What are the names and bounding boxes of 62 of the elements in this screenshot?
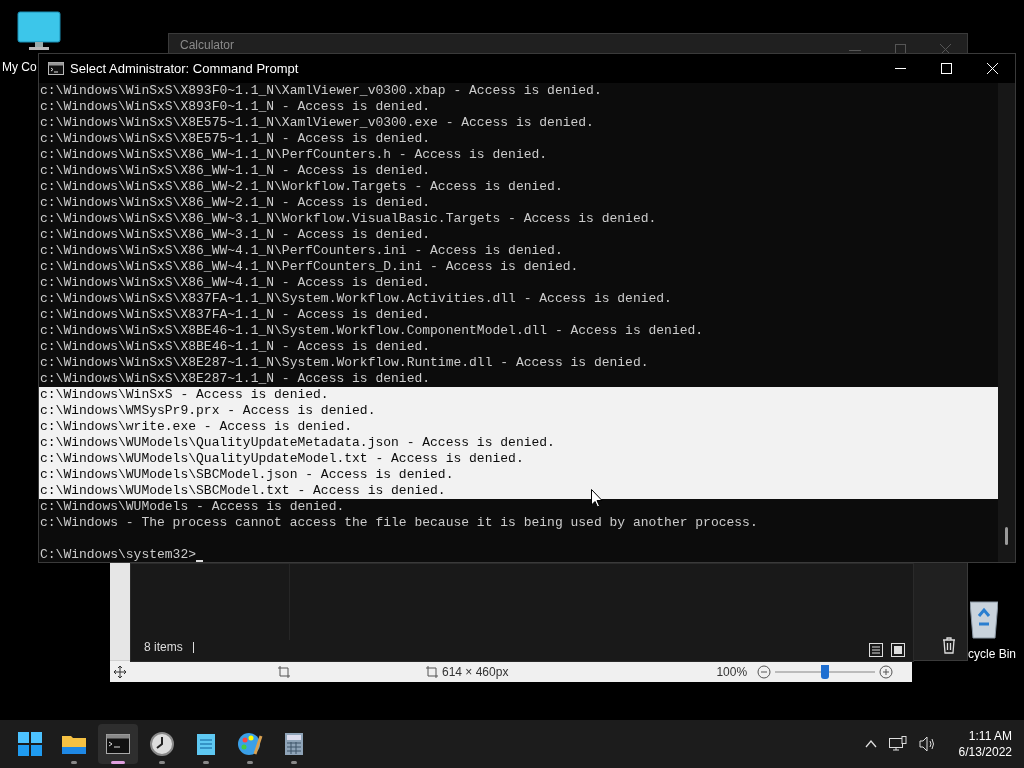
scrollbar[interactable] <box>998 83 1015 562</box>
console-line: c:\Windows\WinSxS\X8E287~1.1_N\System.Workflow.Runtime.dll - Access is denied. <box>39 355 650 371</box>
text-cursor <box>196 560 204 562</box>
window-title: Calculator <box>180 38 235 52</box>
console-line: c:\Windows\WinSxS\X86_WW~2.1_N - Access is denied. <box>39 195 432 211</box>
notepad-icon <box>196 732 216 756</box>
close-icon[interactable] <box>940 44 951 55</box>
recycle-bin-icon[interactable] <box>970 598 998 640</box>
slider-thumb[interactable] <box>821 664 830 679</box>
network-icon[interactable] <box>888 736 907 752</box>
icon-label: My Co <box>2 59 37 76</box>
clock-time[interactable]: 1:11 AM <box>968 728 1012 744</box>
console-line: c:\Windows\WUModels - Access is denied. <box>39 499 346 515</box>
folder-icon <box>61 733 87 755</box>
mouse-pointer-icon <box>591 489 603 508</box>
console-line: c:\Windows\WinSxS\X837FA~1.1_N\System.Workflow.Activities.dll - Access is denied. <box>39 291 673 307</box>
clock-date[interactable]: 6/13/2022 <box>958 744 1012 760</box>
terminal-icon <box>106 734 130 754</box>
console-line: c:\Windows\WinSxS\X8E575~1.1_N\XamlViewer_v0300.exe - Access is denied. <box>39 115 595 131</box>
console-line: c:\Windows\WinSxS\X86_WW~3.1_N - Access is denied. <box>39 227 432 243</box>
zoom-in-icon[interactable] <box>879 664 894 679</box>
console-line: c:\Windows\WinSxS\X837FA~1.1_N - Access is denied. <box>39 307 432 323</box>
maximize-icon <box>940 63 952 74</box>
item-count: 8 items <box>144 639 183 656</box>
console-line: c:\Windows\WinSxS\X86_WW~4.1_N - Access is denied. <box>39 275 432 291</box>
console-line: c:\Windows\WinSxS\X893F0~1.1_N\XamlViewer_v0300.xbap - Access is denied. <box>39 83 603 99</box>
windows-logo-icon <box>18 732 42 756</box>
command-prompt: C:\Windows\system32> <box>40 547 197 563</box>
console-line: c:\Windows\WinSxS\X86_WW~2.1_N\Workflow.Targets - Access is denied. <box>39 179 564 195</box>
image-size: 614 × 460px <box>442 663 509 681</box>
move-icon <box>114 665 126 678</box>
trash-icon[interactable] <box>942 637 956 654</box>
volume-icon[interactable] <box>918 736 937 752</box>
taskbar-button[interactable] <box>98 724 138 764</box>
zoom-out-icon[interactable] <box>757 664 772 679</box>
calculator-icon <box>284 732 304 756</box>
close-icon <box>986 63 998 74</box>
terminal-icon <box>48 62 64 75</box>
thumbnail-view-icon[interactable] <box>891 643 905 657</box>
console-line: c:\Windows\WinSxS\X86_WW~1.1_N - Access is denied. <box>39 163 432 179</box>
console-line: c:\Windows\WinSxS\X86_WW~4.1_N\PerfCounters_D.ini - Access is denied. <box>39 259 580 275</box>
monitor-icon[interactable] <box>17 11 61 51</box>
console-line: c:\Windows - The process cannot access the file because it is being used by another process. <box>39 515 759 531</box>
console-line: c:\Windows\WinSxS\X893F0~1.1_N - Access is denied. <box>39 99 432 115</box>
console-line: c:\Windows\WinSxS\X86_WW~1.1_N\PerfCounters.h - Access is denied. <box>39 147 549 163</box>
console-line: c:\Windows\WinSxS\X8E575~1.1_N - Access is denied. <box>39 131 432 147</box>
clock-icon <box>150 732 174 756</box>
console-line: c:\Windows\WinSxS\X8E287~1.1_N - Access is denied. <box>39 371 432 387</box>
chevron-up-icon[interactable] <box>864 740 877 748</box>
icon-label: cycle Bin <box>968 646 1017 663</box>
minimize-icon <box>894 68 906 69</box>
console-line: c:\Windows\WinSxS\X8BE46~1.1_N\System.Workflow.ComponentModel.dll - Access is denied. <box>39 323 705 339</box>
details-view-icon[interactable] <box>869 643 883 657</box>
zoom-level: 100% <box>716 663 748 681</box>
zoom-slider[interactable] <box>775 664 876 679</box>
console-line: c:\Windows\WinSxS\X86_WW~3.1_N\Workflow.VisualBasic.Targets - Access is denied. <box>39 211 658 227</box>
selection-size-icon <box>278 665 290 678</box>
window-title: Select Administrator: Command Prompt <box>70 59 299 78</box>
image-size-icon <box>426 665 438 678</box>
palette-icon <box>237 732 263 756</box>
console-line: c:\Windows\WinSxS\X8BE46~1.1_N - Access is denied. <box>39 339 432 355</box>
console-line: c:\Windows\WinSxS\X86_WW~4.1_N\PerfCounters.ini - Access is denied. <box>39 243 564 259</box>
